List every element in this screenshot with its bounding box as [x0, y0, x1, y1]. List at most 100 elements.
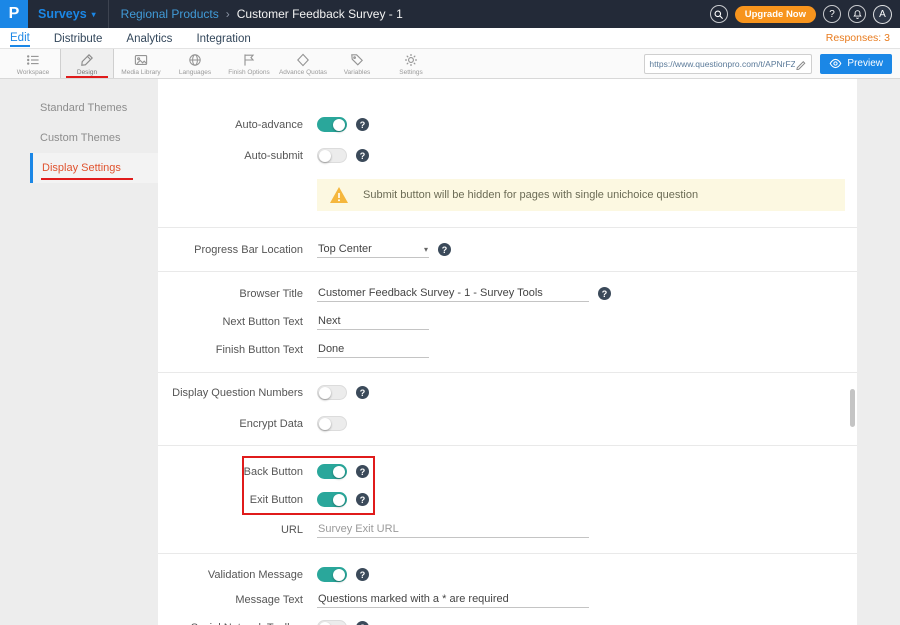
- tab-label: Finish Options: [228, 69, 270, 76]
- notifications-button[interactable]: [848, 5, 866, 23]
- bell-icon: [852, 9, 863, 20]
- finish-options-icon: [241, 52, 257, 68]
- encrypt-data-label: Encrypt Data: [158, 418, 303, 430]
- design-icon: [79, 52, 95, 68]
- topbar: P Surveys ▾ Regional Products › Customer…: [0, 0, 900, 28]
- auto-submit-toggle[interactable]: [317, 148, 347, 163]
- edit-url-button[interactable]: [795, 58, 807, 70]
- design-sidebar: Standard Themes Custom Themes Display Se…: [30, 79, 158, 625]
- toolbar-tab-languages[interactable]: Languages: [168, 49, 222, 78]
- back-button-label: Back Button: [158, 466, 303, 478]
- sidebar-item-display-settings[interactable]: Display Settings: [30, 153, 158, 183]
- message-text-input[interactable]: [317, 591, 589, 608]
- encrypt-data-toggle[interactable]: [317, 416, 347, 431]
- social-network-toolbar-row: Social Network Toolbar ?: [158, 620, 857, 625]
- sidebar-item-custom-themes[interactable]: Custom Themes: [30, 123, 158, 153]
- exit-button-label: Exit Button: [158, 494, 303, 506]
- auto-submit-help-icon[interactable]: ?: [356, 149, 369, 162]
- finish-button-text-label: Finish Button Text: [158, 344, 303, 356]
- browser-title-input[interactable]: [317, 285, 589, 302]
- warning-icon: [329, 186, 349, 204]
- questionpro-logo[interactable]: P: [0, 0, 28, 28]
- display-question-numbers-help-icon[interactable]: ?: [356, 386, 369, 399]
- validation-message-toggle[interactable]: [317, 567, 347, 582]
- survey-url-box: [644, 54, 812, 74]
- survey-url-input[interactable]: [649, 59, 795, 69]
- display-question-numbers-toggle[interactable]: [317, 385, 347, 400]
- tab-label: Settings: [399, 69, 423, 76]
- validation-message-help-icon[interactable]: ?: [356, 568, 369, 581]
- progress-bar-location-row: Progress Bar Location Top Center ▾ ?: [158, 241, 857, 258]
- design-toolbar: Workspace Design Media Library Languages…: [0, 49, 900, 79]
- tab-label: Advance Quotas: [279, 69, 327, 76]
- auto-submit-row: Auto-submit ?: [158, 148, 857, 163]
- preview-button[interactable]: Preview: [820, 54, 892, 74]
- surveys-menu[interactable]: Surveys ▾: [28, 0, 108, 28]
- next-button-text-row: Next Button Text: [158, 313, 857, 330]
- breadcrumb: Regional Products › Customer Feedback Su…: [109, 7, 403, 21]
- exit-button-help-icon[interactable]: ?: [356, 493, 369, 506]
- back-button-toggle[interactable]: [317, 464, 347, 479]
- next-button-text-label: Next Button Text: [158, 316, 303, 328]
- toolbar-tab-media-library[interactable]: Media Library: [114, 49, 168, 78]
- validation-message-label: Validation Message: [158, 569, 303, 581]
- auto-advance-toggle[interactable]: [317, 117, 347, 132]
- panel-scrollbar-thumb[interactable]: [850, 389, 855, 427]
- main-nav: Edit Distribute Analytics Integration Re…: [0, 28, 900, 49]
- nav-tab-edit[interactable]: Edit: [10, 29, 30, 47]
- social-network-toolbar-toggle[interactable]: [317, 620, 347, 625]
- auto-advance-help-icon[interactable]: ?: [356, 118, 369, 131]
- variables-icon: [349, 52, 365, 68]
- exit-button-toggle[interactable]: [317, 492, 347, 507]
- social-network-toolbar-help-icon[interactable]: ?: [356, 621, 369, 625]
- progress-bar-location-select[interactable]: Top Center ▾: [317, 241, 429, 258]
- content: Standard Themes Custom Themes Display Se…: [0, 79, 900, 625]
- toolbar-right: Preview: [644, 49, 892, 78]
- finish-button-text-row: Finish Button Text: [158, 341, 857, 358]
- progress-bar-location-help-icon[interactable]: ?: [438, 243, 451, 256]
- warning-text: Submit button will be hidden for pages w…: [363, 189, 698, 201]
- toolbar-tab-design[interactable]: Design: [60, 49, 114, 78]
- progress-bar-location-value: Top Center: [318, 243, 372, 255]
- nav-tab-integration[interactable]: Integration: [196, 30, 250, 46]
- exit-button-row: Exit Button ?: [158, 492, 857, 507]
- finish-button-text-input[interactable]: [317, 341, 429, 358]
- search-button[interactable]: [710, 5, 728, 23]
- encrypt-data-row: Encrypt Data: [158, 416, 857, 431]
- annotation-display-settings-underline: [41, 178, 133, 180]
- next-button-text-input[interactable]: [317, 313, 429, 330]
- toolbar-tab-finish-options[interactable]: Finish Options: [222, 49, 276, 78]
- toolbar-tab-workspace[interactable]: Workspace: [6, 49, 60, 78]
- tab-label: Variables: [344, 69, 371, 76]
- progress-bar-location-label: Progress Bar Location: [158, 244, 303, 256]
- workspace-icon: [25, 52, 41, 68]
- languages-icon: [187, 52, 203, 68]
- back-button-help-icon[interactable]: ?: [356, 465, 369, 478]
- browser-title-label: Browser Title: [158, 288, 303, 300]
- toolbar-tab-advance-quotas[interactable]: Advance Quotas: [276, 49, 330, 78]
- search-icon: [713, 9, 724, 20]
- eye-icon: [829, 57, 842, 70]
- upgrade-now-button[interactable]: Upgrade Now: [735, 6, 816, 23]
- settings-gear-icon: [403, 52, 419, 68]
- toolbar-tab-settings[interactable]: Settings: [384, 49, 438, 78]
- auto-submit-label: Auto-submit: [158, 150, 303, 162]
- section-divider: [158, 372, 857, 373]
- back-button-row: Back Button ?: [158, 464, 857, 479]
- exit-url-row: URL: [158, 521, 857, 538]
- media-library-icon: [133, 52, 149, 68]
- pencil-icon: [795, 58, 807, 70]
- help-menu-button[interactable]: ?: [823, 5, 841, 23]
- submit-hidden-warning: Submit button will be hidden for pages w…: [317, 179, 845, 211]
- exit-url-input[interactable]: [317, 521, 589, 538]
- user-avatar[interactable]: A: [873, 5, 892, 24]
- breadcrumb-folder[interactable]: Regional Products: [121, 7, 219, 21]
- sidebar-item-standard-themes[interactable]: Standard Themes: [30, 93, 158, 123]
- annotation-design-underline: [66, 76, 108, 78]
- nav-tab-distribute[interactable]: Distribute: [54, 30, 103, 46]
- toolbar-tab-variables[interactable]: Variables: [330, 49, 384, 78]
- message-text-label: Message Text: [158, 594, 303, 606]
- responses-count[interactable]: Responses: 3: [826, 32, 890, 44]
- nav-tab-analytics[interactable]: Analytics: [126, 30, 172, 46]
- browser-title-help-icon[interactable]: ?: [598, 287, 611, 300]
